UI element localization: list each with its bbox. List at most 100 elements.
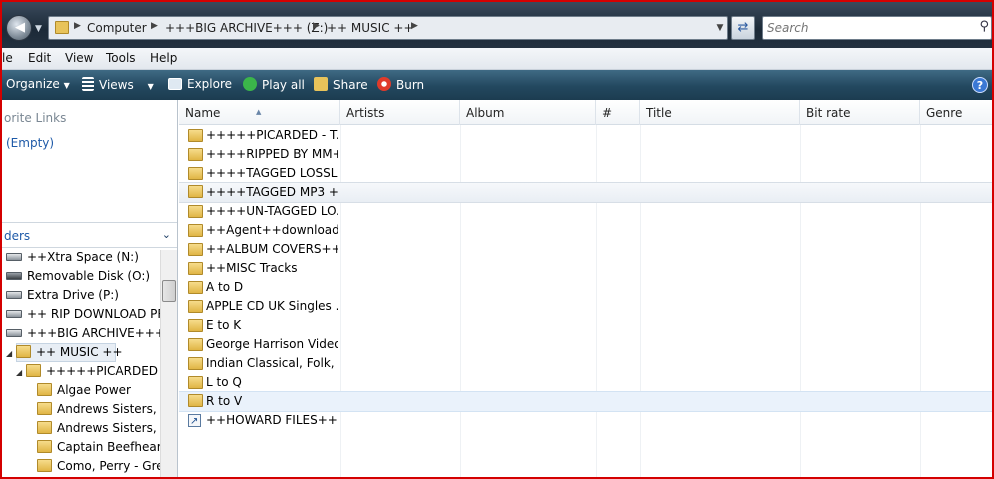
address-bar[interactable]: ▶ Computer ▶ +++BIG ARCHIVE+++ (Z:) ▶ ++…: [48, 16, 728, 40]
folder-icon: [37, 421, 52, 434]
scrollbar-thumb[interactable]: [162, 280, 176, 302]
chevron-down-icon: ▼: [147, 82, 154, 91]
tree-item-xtra-space[interactable]: ++Xtra Space (N:): [6, 250, 139, 267]
views-label: Views: [99, 78, 134, 92]
chevron-right-icon[interactable]: ▶: [411, 21, 418, 31]
tree-scrollbar[interactable]: [160, 250, 177, 477]
menu-view[interactable]: View: [65, 51, 93, 65]
collapse-arrow-icon[interactable]: ◢: [6, 344, 16, 363]
column-label: #: [602, 106, 613, 120]
folder-icon: [188, 148, 203, 161]
folder-icon: [37, 383, 52, 396]
file-row[interactable]: ++MISC Tracks: [179, 259, 992, 278]
refresh-icon: ⇄: [737, 20, 749, 35]
column-header-title[interactable]: Title: [640, 100, 800, 125]
folder-icon: [188, 338, 203, 351]
folder-tree: ++Xtra Space (N:) Removable Disk (O:) Ex…: [2, 250, 160, 477]
removable-disk-icon: [6, 272, 22, 280]
menu-help[interactable]: Help: [150, 51, 177, 65]
file-name: Indian Classical, Folk, a...: [206, 356, 338, 370]
views-button[interactable]: Views ▼: [82, 77, 154, 92]
search-icon[interactable]: ⚲: [979, 19, 989, 34]
chevron-right-icon[interactable]: ▶: [151, 21, 158, 31]
favorite-links-empty: (Empty): [6, 136, 55, 150]
tree-item-label: Captain Beefheart &: [57, 440, 160, 454]
folder-icon: [188, 319, 203, 332]
tree-item-label: +++BIG ARCHIVE+++ (Z: [27, 326, 160, 340]
tree-item-label: ++ MUSIC ++: [36, 345, 123, 359]
chevron-down-icon[interactable]: ⌄: [162, 228, 171, 241]
file-row[interactable]: Indian Classical, Folk, a...: [179, 354, 992, 373]
address-history-dropdown-icon[interactable]: ▼: [712, 18, 728, 38]
tree-item-extra-drive[interactable]: Extra Drive (P:): [6, 286, 119, 305]
tree-item-label: Removable Disk (O:): [27, 269, 151, 283]
tree-item-picarded[interactable]: ◢ +++++PICARDED - T: [16, 362, 160, 381]
column-header-bit-rate[interactable]: Bit rate: [800, 100, 920, 125]
tree-item-big-archive[interactable]: +++BIG ARCHIVE+++ (Z: [6, 324, 160, 343]
file-row[interactable]: +++++PICARDED - T...: [179, 126, 992, 145]
file-row[interactable]: A to D: [179, 278, 992, 297]
file-row[interactable]: ++ALBUM COVERS++: [179, 240, 992, 259]
breadcrumb-computer[interactable]: Computer: [87, 21, 147, 35]
play-all-button[interactable]: Play all: [243, 77, 305, 92]
organize-button[interactable]: Organize ▼: [6, 77, 70, 91]
help-icon[interactable]: ?: [972, 77, 988, 93]
menu-tools[interactable]: Tools: [106, 51, 136, 65]
search-box[interactable]: ⚲: [762, 16, 992, 40]
tree-item-label: Andrews Sisters, Th: [57, 421, 160, 435]
file-row-selected[interactable]: R to V: [179, 391, 992, 412]
file-row[interactable]: L to Q: [179, 373, 992, 392]
folder-icon: [37, 402, 52, 415]
explore-icon: [168, 78, 182, 90]
file-row[interactable]: George Harrison Video...: [179, 335, 992, 354]
tree-item-andrews-sisters-2[interactable]: Andrews Sisters, Th: [37, 419, 160, 438]
column-header-artists[interactable]: Artists: [340, 100, 460, 125]
burn-button[interactable]: Burn: [377, 77, 424, 92]
chevron-down-icon: ▼: [63, 81, 70, 90]
column-header-name[interactable]: ▲ Name: [179, 100, 340, 125]
tree-item-algae-power[interactable]: Algae Power: [37, 381, 131, 400]
file-row[interactable]: ++++UN-TAGGED LO...: [179, 202, 992, 221]
tree-item-andrews-sisters-1[interactable]: Andrews Sisters, Th: [37, 400, 160, 419]
burn-label: Burn: [396, 78, 425, 92]
chevron-right-icon[interactable]: ▶: [74, 21, 81, 31]
file-name: R to V: [206, 394, 243, 408]
menu-edit[interactable]: Edit: [28, 51, 51, 65]
column-label: Artists: [346, 106, 385, 120]
tree-item-rip-download[interactable]: ++ RIP DOWNLOAD PRO: [6, 305, 160, 324]
column-header-genre[interactable]: Genre: [920, 100, 992, 125]
file-row[interactable]: E to K: [179, 316, 992, 335]
share-button[interactable]: Share: [314, 77, 368, 92]
search-input[interactable]: [767, 20, 967, 36]
folder-icon: [37, 459, 52, 472]
collapse-arrow-icon[interactable]: ◢: [16, 363, 26, 382]
file-row-hovered[interactable]: ++++TAGGED MP3 +...: [179, 182, 992, 203]
file-row[interactable]: ++HOWARD FILES++: [179, 411, 992, 431]
column-label: Title: [646, 106, 672, 120]
tree-item-music[interactable]: ◢ ++ MUSIC ++: [6, 343, 123, 362]
column-label: Bit rate: [806, 106, 851, 120]
play-icon: [243, 77, 257, 91]
column-header-track-number[interactable]: #: [596, 100, 640, 125]
breadcrumb-big-archive[interactable]: +++BIG ARCHIVE+++ (Z:): [165, 21, 328, 35]
file-row[interactable]: ++Agent++downloads: [179, 221, 992, 240]
tree-item-como-perry[interactable]: Como, Perry - Grea: [37, 457, 160, 476]
file-list-pane: ▲ Name Artists Album # Title Bit rate Gen…: [179, 100, 992, 477]
chevron-right-icon[interactable]: ▶: [313, 21, 320, 31]
file-row[interactable]: ++++RIPPED BY MM+...: [179, 145, 992, 164]
folder-icon: [188, 357, 203, 370]
menu-file[interactable]: le: [2, 51, 13, 65]
breadcrumb-music[interactable]: ++ MUSIC ++: [327, 21, 414, 35]
tree-item-captain-beefheart[interactable]: Captain Beefheart &: [37, 438, 160, 457]
refresh-button[interactable]: ⇄: [731, 16, 755, 40]
recent-pages-dropdown-icon[interactable]: ▼: [35, 24, 42, 34]
folder-icon: [55, 21, 69, 34]
column-header-album[interactable]: Album: [460, 100, 596, 125]
file-row[interactable]: APPLE CD UK Singles ...: [179, 297, 992, 316]
file-row[interactable]: ++++TAGGED LOSSLE...: [179, 164, 992, 183]
tree-item-label: +++++PICARDED - T: [46, 364, 160, 378]
explore-button[interactable]: Explore: [168, 77, 232, 91]
back-button[interactable]: ◀: [6, 15, 32, 41]
tree-item-removable-disk[interactable]: Removable Disk (O:): [6, 267, 150, 286]
folders-header[interactable]: ders ⌄: [2, 222, 177, 248]
